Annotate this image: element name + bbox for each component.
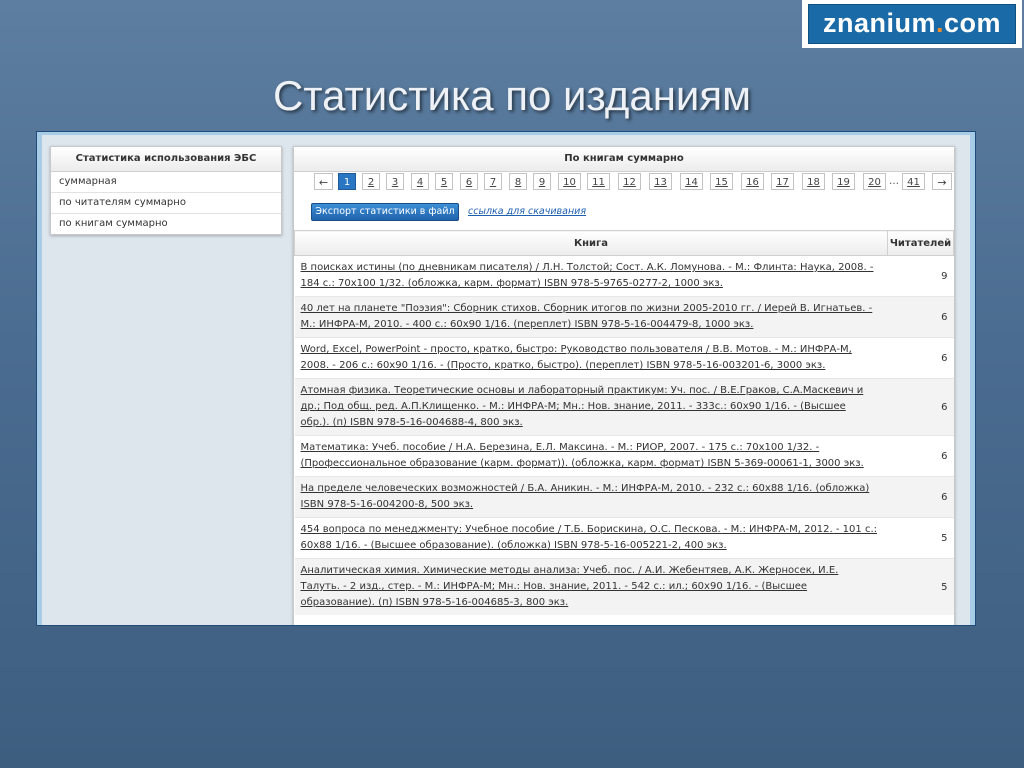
page-button[interactable]: 12 (618, 173, 641, 190)
page-button[interactable]: 19 (832, 173, 855, 190)
page-button[interactable]: 18 (802, 173, 825, 190)
readers-count: 5 (887, 558, 954, 615)
page-button[interactable]: 8 (509, 173, 527, 190)
slide-title: Статистика по изданиям (273, 72, 751, 119)
page-button[interactable]: 20 (863, 173, 886, 190)
readers-count: 6 (887, 435, 954, 477)
screenshot-frame: Статистика использования ЭБС суммарная п… (36, 131, 976, 626)
column-header-book[interactable]: Книга (294, 230, 888, 256)
books-table: Книга Читателей В поисках истины (по дне… (294, 230, 954, 615)
pagination-prev-arrow[interactable]: ← (314, 173, 333, 190)
page-button[interactable]: 9 (533, 173, 551, 190)
menu-item-by-books[interactable]: по книгам суммарно (51, 214, 281, 234)
page-button[interactable]: 4 (411, 173, 429, 190)
page-button[interactable]: 16 (741, 173, 764, 190)
table-row: В поисках истины (по дневникам писателя)… (294, 255, 954, 297)
book-link[interactable]: В поисках истины (по дневникам писателя)… (301, 262, 874, 289)
page-button[interactable]: 13 (649, 173, 672, 190)
stats-menu-panel: Статистика использования ЭБС суммарная п… (50, 146, 282, 235)
readers-count: 6 (887, 296, 954, 338)
page-button[interactable]: 14 (680, 173, 703, 190)
page-button[interactable]: 5 (435, 173, 453, 190)
books-stats-panel: По книгам суммарно ← 1 2 3 4 5 6 7 8 9 1… (293, 146, 955, 625)
readers-count: 5 (887, 517, 954, 559)
book-link[interactable]: На пределе человеческих возможностей / Б… (301, 483, 870, 510)
table-row: 40 лет на планете "Поэзия": Сборник стих… (294, 296, 954, 338)
book-link[interactable]: Word, Excel, PowerPoint - просто, кратко… (301, 344, 852, 371)
menu-item-by-readers[interactable]: по читателям суммарно (51, 193, 281, 214)
books-stats-header: По книгам суммарно (294, 147, 954, 172)
export-stats-button[interactable]: Экспорт статистики в файл (311, 203, 459, 221)
readers-count: 6 (887, 337, 954, 379)
download-link[interactable]: ссылка для скачивания (468, 206, 586, 217)
readers-count: 6 (887, 378, 954, 436)
page-button[interactable]: 15 (710, 173, 733, 190)
menu-item-total[interactable]: суммарная (51, 172, 281, 193)
page-button[interactable]: 17 (771, 173, 794, 190)
readers-count: 6 (887, 476, 954, 518)
table-row: Аналитическая химия. Химические методы а… (294, 558, 954, 615)
table-row: На пределе человеческих возможностей / Б… (294, 476, 954, 518)
book-link[interactable]: Атомная физика. Теоретические основы и л… (301, 385, 864, 428)
stats-menu-header: Статистика использования ЭБС (51, 147, 281, 172)
book-link[interactable]: Аналитическая химия. Химические методы а… (301, 565, 839, 608)
page-button[interactable]: 10 (558, 173, 581, 190)
column-header-readers[interactable]: Читателей (887, 230, 954, 256)
book-link[interactable]: Математика: Учеб. пособие / Н.А. Березин… (301, 442, 864, 469)
readers-count: 9 (887, 255, 954, 297)
table-row: Word, Excel, PowerPoint - просто, кратко… (294, 337, 954, 379)
page-button-last[interactable]: 41 (902, 173, 925, 190)
page-button[interactable]: 2 (362, 173, 380, 190)
book-link[interactable]: 40 лет на планете "Поэзия": Сборник стих… (301, 303, 873, 330)
page-button[interactable]: 6 (460, 173, 478, 190)
book-link[interactable]: 454 вопроса по менеджменту: Учебное посо… (301, 524, 878, 551)
table-row: 454 вопроса по менеджменту: Учебное посо… (294, 517, 954, 559)
logo-text: znanium.com (808, 4, 1016, 44)
pagination-ellipsis: … (889, 176, 899, 187)
table-row: Атомная физика. Теоретические основы и л… (294, 378, 954, 436)
znanium-logo: znanium.com (802, 0, 1022, 48)
pagination-next-arrow[interactable]: → (932, 173, 952, 190)
page-button[interactable]: 7 (484, 173, 502, 190)
table-row: Математика: Учеб. пособие / Н.А. Березин… (294, 435, 954, 477)
page-button[interactable]: 11 (587, 173, 610, 190)
page-button[interactable]: 1 (338, 173, 356, 190)
page-button[interactable]: 3 (386, 173, 404, 190)
